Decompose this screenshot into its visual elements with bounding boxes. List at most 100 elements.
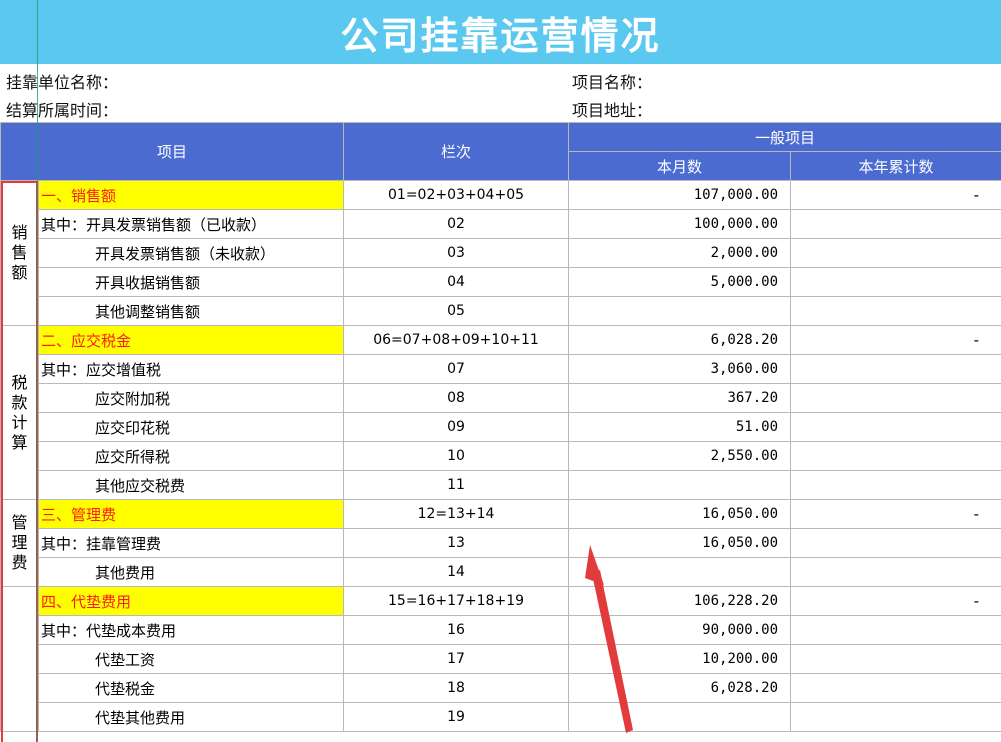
row-name[interactable]: 一、销售额 <box>37 180 345 210</box>
row-ytd[interactable] <box>790 296 1001 326</box>
row-ytd[interactable] <box>790 238 1001 268</box>
row-column[interactable]: 03 <box>343 238 570 268</box>
row-column[interactable]: 16 <box>343 615 570 645</box>
category-mgmt[interactable]: 管理费 <box>0 499 39 587</box>
table-row: 开具收据销售额 04 5,000.00 <box>1 267 1001 297</box>
row-ytd[interactable] <box>790 383 1001 413</box>
row-column[interactable]: 13 <box>343 528 570 558</box>
row-name[interactable]: 二、应交税金 <box>37 325 345 355</box>
row-column[interactable]: 14 <box>343 557 570 587</box>
header-column[interactable]: 栏次 <box>343 122 570 181</box>
row-ytd[interactable] <box>790 702 1001 732</box>
category-sales[interactable]: 销售额 <box>0 180 39 326</box>
row-name[interactable]: 四、代垫费用 <box>37 586 345 616</box>
row-month[interactable]: 16,050.00 <box>568 528 792 558</box>
row-column[interactable]: 18 <box>343 673 570 703</box>
table-row: 销售额 一、销售额 01=02+03+04+05 107,000.00 - <box>0 180 1001 326</box>
unit-name-label: 挂靠单位名称： <box>6 72 119 92</box>
row-column[interactable]: 07 <box>343 354 570 384</box>
row-name[interactable]: 应交印花税 <box>37 412 345 442</box>
row-name[interactable]: 代垫其他费用 <box>37 702 345 732</box>
row-ytd[interactable] <box>790 673 1001 703</box>
row-column[interactable]: 11 <box>343 470 570 500</box>
row-ytd[interactable] <box>790 354 1001 384</box>
table-row: 其他应交税费 11 <box>1 470 1001 500</box>
row-month[interactable]: 6,028.20 <box>568 673 792 703</box>
row-ytd[interactable]: - <box>790 586 1001 616</box>
row-column[interactable]: 08 <box>343 383 570 413</box>
row-name[interactable]: 三、管理费 <box>37 499 345 529</box>
row-column[interactable]: 10 <box>343 441 570 471</box>
row-month[interactable]: 100,000.00 <box>568 209 792 239</box>
header-group[interactable]: 一般项目 <box>568 122 1001 152</box>
row-name[interactable]: 应交附加税 <box>37 383 345 413</box>
row-name[interactable]: 其他应交税费 <box>37 470 345 500</box>
row-column[interactable]: 04 <box>343 267 570 297</box>
row-name[interactable]: 其中：挂靠管理费 <box>37 528 345 558</box>
row-month[interactable]: 5,000.00 <box>568 267 792 297</box>
row-month[interactable]: 90,000.00 <box>568 615 792 645</box>
row-month[interactable]: 16,050.00 <box>568 499 792 529</box>
row-month[interactable] <box>568 296 792 326</box>
row-column[interactable]: 09 <box>343 412 570 442</box>
row-month[interactable]: 3,060.00 <box>568 354 792 384</box>
row-name[interactable]: 其中：代垫成本费用 <box>37 615 345 645</box>
row-ytd[interactable] <box>790 557 1001 587</box>
row-ytd[interactable] <box>790 644 1001 674</box>
info-row-2: 结算所属时间： 项目地址： <box>0 94 1001 123</box>
table-row: 管理费 三、管理费 12=13+14 16,050.00 - <box>0 499 1001 587</box>
row-ytd[interactable] <box>790 615 1001 645</box>
category-tax[interactable]: 税款计算 <box>0 325 39 500</box>
row-name[interactable]: 代垫工资 <box>37 644 345 674</box>
row-month[interactable]: 106,228.20 <box>568 586 792 616</box>
period-label: 结算所属时间： <box>6 100 119 120</box>
row-column[interactable]: 01=02+03+04+05 <box>343 180 570 210</box>
row-name[interactable]: 开具发票销售额（未收款） <box>37 238 345 268</box>
project-address-label: 项目地址： <box>572 100 653 120</box>
row-name[interactable]: 其他调整销售额 <box>37 296 345 326</box>
row-ytd[interactable] <box>790 528 1001 558</box>
row-column[interactable]: 06=07+08+09+10+11 <box>343 325 570 355</box>
row-month[interactable] <box>568 702 792 732</box>
header-ytd[interactable]: 本年累计数 <box>790 151 1001 181</box>
row-month[interactable] <box>568 557 792 587</box>
row-month[interactable]: 2,000.00 <box>568 238 792 268</box>
row-month[interactable]: 10,200.00 <box>568 644 792 674</box>
row-ytd[interactable]: - <box>790 180 1001 210</box>
row-column[interactable]: 12=13+14 <box>343 499 570 529</box>
title-bar: 公司挂靠运营情况 <box>0 0 1001 64</box>
row-ytd[interactable] <box>790 441 1001 471</box>
row-month[interactable]: 107,000.00 <box>568 180 792 210</box>
row-month[interactable] <box>568 470 792 500</box>
header-this-month[interactable]: 本月数 <box>568 151 792 181</box>
row-month[interactable]: 6,028.20 <box>568 325 792 355</box>
report-table: 项目 栏次 一般项目 本月数 本年累计数 销售额 一、销售额 01=02+03+… <box>0 122 1001 732</box>
row-month[interactable]: 51.00 <box>568 412 792 442</box>
row-ytd[interactable]: - <box>790 499 1001 529</box>
row-name[interactable]: 其他费用 <box>37 557 345 587</box>
row-column[interactable]: 19 <box>343 702 570 732</box>
row-name[interactable]: 代垫税金 <box>37 673 345 703</box>
category-advance[interactable] <box>0 586 39 732</box>
row-column[interactable]: 15=16+17+18+19 <box>343 586 570 616</box>
row-column[interactable]: 17 <box>343 644 570 674</box>
row-name[interactable]: 其中：应交增值税 <box>37 354 345 384</box>
row-column[interactable]: 05 <box>343 296 570 326</box>
header-item[interactable]: 项目 <box>0 122 345 181</box>
table-row: 代垫税金 18 6,028.20 <box>1 673 1001 703</box>
row-month[interactable]: 367.20 <box>568 383 792 413</box>
row-name[interactable]: 开具收据销售额 <box>37 267 345 297</box>
table-row: 应交所得税 10 2,550.00 <box>1 441 1001 471</box>
row-ytd[interactable] <box>790 267 1001 297</box>
row-name[interactable]: 其中：开具发票销售额（已收款） <box>37 209 345 239</box>
row-ytd[interactable]: - <box>790 325 1001 355</box>
table-row: 代垫其他费用 19 <box>1 702 1001 732</box>
row-ytd[interactable] <box>790 470 1001 500</box>
table-row: 其他费用 14 <box>1 557 1001 587</box>
row-ytd[interactable] <box>790 209 1001 239</box>
row-ytd[interactable] <box>790 412 1001 442</box>
row-name[interactable]: 应交所得税 <box>37 441 345 471</box>
table-row: 四、代垫费用 15=16+17+18+19 106,228.20 - <box>0 586 1001 732</box>
row-column[interactable]: 02 <box>343 209 570 239</box>
row-month[interactable]: 2,550.00 <box>568 441 792 471</box>
